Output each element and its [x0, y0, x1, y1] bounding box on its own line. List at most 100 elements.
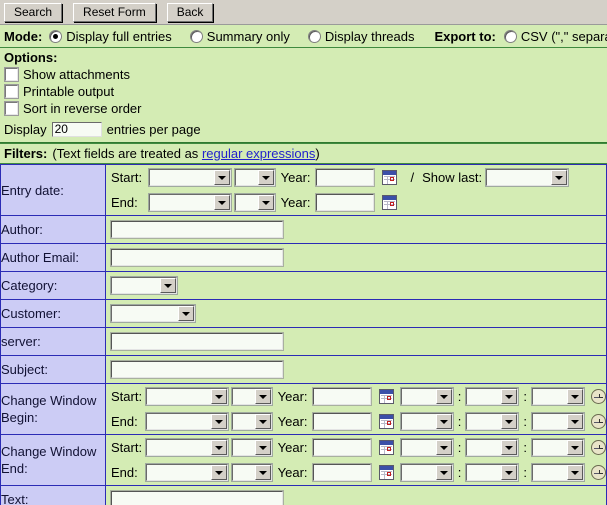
search-button[interactable]: Search: [4, 2, 63, 22]
entry-date-end-month-select[interactable]: [148, 193, 232, 212]
chevron-down-icon[interactable]: [254, 440, 271, 455]
cwe-end-day-select[interactable]: [230, 463, 273, 482]
radio-display-full-entries[interactable]: Display full entries: [49, 29, 172, 44]
chevron-down-icon[interactable]: [257, 195, 274, 210]
cwb-end-month-select[interactable]: [145, 412, 229, 431]
radio-icon-display-threads[interactable]: [307, 29, 321, 43]
mode-label: Mode:: [4, 28, 43, 44]
entries-per-page-input[interactable]: [51, 121, 102, 137]
chevron-down-icon[interactable]: [214, 195, 230, 210]
chevron-down-icon[interactable]: [501, 414, 518, 429]
label-change-window-begin: Change Window Begin:: [0, 383, 106, 435]
calendar-icon[interactable]: [378, 414, 394, 429]
chevron-down-icon[interactable]: [567, 465, 583, 480]
regular-expressions-link[interactable]: regular expressions: [202, 146, 315, 161]
chevron-down-icon[interactable]: [254, 465, 271, 480]
chevron-down-icon[interactable]: [501, 465, 518, 480]
checkbox-icon-sort-in-reverse-order[interactable]: [4, 101, 19, 116]
chevron-down-icon[interactable]: [435, 389, 452, 404]
entry-date-end-year-input[interactable]: [314, 193, 375, 212]
entry-date-start-year-input[interactable]: [314, 168, 375, 187]
radio-display-threads[interactable]: Display threads: [307, 29, 414, 44]
entry-date-end-day-select[interactable]: [233, 193, 276, 212]
cwe-end-minute-select[interactable]: [465, 463, 520, 482]
cwb-start-month-select[interactable]: [145, 387, 229, 406]
chevron-down-icon[interactable]: [501, 440, 518, 455]
chevron-down-icon[interactable]: [211, 465, 227, 480]
chevron-down-icon[interactable]: [567, 414, 583, 429]
show-last-select[interactable]: [484, 168, 569, 187]
checkbox-icon-show-attachments[interactable]: [4, 67, 19, 82]
subject-input[interactable]: [110, 360, 284, 379]
cwe-start-year-input[interactable]: [311, 438, 372, 457]
cwb-end-row: End: Year: : :: [106, 409, 606, 434]
chevron-down-icon[interactable]: [567, 440, 583, 455]
cwe-start-day-select[interactable]: [230, 438, 273, 457]
cwb-start-hour-select[interactable]: [399, 387, 454, 406]
cwb-end-second-select[interactable]: [531, 412, 585, 431]
calendar-icon[interactable]: [381, 195, 397, 210]
cwe-start-second-select[interactable]: [531, 438, 585, 457]
chevron-down-icon[interactable]: [211, 414, 227, 429]
cwe-start-month-select[interactable]: [145, 438, 229, 457]
clock-icon[interactable]: [591, 414, 606, 429]
clock-icon[interactable]: [591, 465, 606, 480]
cwe-start-label: Start:: [111, 440, 143, 455]
cwe-end-hour-select[interactable]: [399, 463, 454, 482]
calendar-icon[interactable]: [378, 389, 394, 404]
checkbox-show-attachments[interactable]: Show attachments: [4, 66, 607, 83]
radio-export-csv[interactable]: CSV ("," separa: [503, 29, 607, 44]
cwb-end-hour-select[interactable]: [399, 412, 454, 431]
chevron-down-icon[interactable]: [214, 170, 230, 185]
cwe-start-hour-select[interactable]: [399, 438, 454, 457]
chevron-down-icon[interactable]: [254, 389, 271, 404]
entry-date-start-day-select[interactable]: [233, 168, 276, 187]
category-select[interactable]: [110, 276, 178, 295]
radio-icon-summary-only[interactable]: [189, 29, 203, 43]
chevron-down-icon[interactable]: [254, 414, 271, 429]
cwb-start-row: Start: Year: : :: [106, 384, 606, 409]
radio-summary-only[interactable]: Summary only: [189, 29, 290, 44]
clock-icon[interactable]: [591, 440, 606, 455]
cwb-end-minute-select[interactable]: [465, 412, 520, 431]
cwe-end-second-select[interactable]: [531, 463, 585, 482]
chevron-down-icon[interactable]: [211, 440, 227, 455]
chevron-down-icon[interactable]: [435, 440, 452, 455]
chevron-down-icon[interactable]: [211, 389, 227, 404]
cwe-end-month-select[interactable]: [145, 463, 229, 482]
checkbox-icon-printable-output[interactable]: [4, 84, 19, 99]
cwb-start-day-select[interactable]: [230, 387, 273, 406]
text-input[interactable]: [110, 490, 284, 505]
cwb-start-minute-select[interactable]: [465, 387, 520, 406]
cell-subject: [105, 355, 607, 384]
back-button[interactable]: Back: [166, 2, 214, 22]
calendar-icon[interactable]: [378, 465, 394, 480]
chevron-down-icon[interactable]: [567, 389, 583, 404]
chevron-down-icon[interactable]: [160, 278, 176, 293]
calendar-icon[interactable]: [381, 170, 397, 185]
radio-icon-display-full-entries[interactable]: [49, 29, 63, 43]
cwe-end-year-input[interactable]: [311, 463, 372, 482]
chevron-down-icon[interactable]: [178, 306, 194, 321]
chevron-down-icon[interactable]: [435, 414, 452, 429]
chevron-down-icon[interactable]: [550, 170, 567, 185]
chevron-down-icon[interactable]: [257, 170, 274, 185]
entry-date-start-month-select[interactable]: [148, 168, 232, 187]
calendar-icon[interactable]: [378, 440, 394, 455]
cwb-start-second-select[interactable]: [531, 387, 585, 406]
chevron-down-icon[interactable]: [501, 389, 518, 404]
cwb-end-day-select[interactable]: [230, 412, 273, 431]
customer-select[interactable]: [110, 304, 196, 323]
checkbox-sort-in-reverse-order[interactable]: Sort in reverse order: [4, 100, 607, 117]
radio-icon-export-csv[interactable]: [503, 29, 517, 43]
server-input[interactable]: [110, 332, 284, 351]
cwe-start-minute-select[interactable]: [465, 438, 520, 457]
cwb-end-year-input[interactable]: [311, 412, 372, 431]
chevron-down-icon[interactable]: [435, 465, 452, 480]
author-input[interactable]: [110, 220, 284, 239]
checkbox-printable-output[interactable]: Printable output: [4, 83, 607, 100]
clock-icon[interactable]: [591, 389, 606, 404]
reset-form-button[interactable]: Reset Form: [73, 2, 156, 22]
cwb-start-year-input[interactable]: [311, 387, 372, 406]
author-email-input[interactable]: [110, 248, 284, 267]
